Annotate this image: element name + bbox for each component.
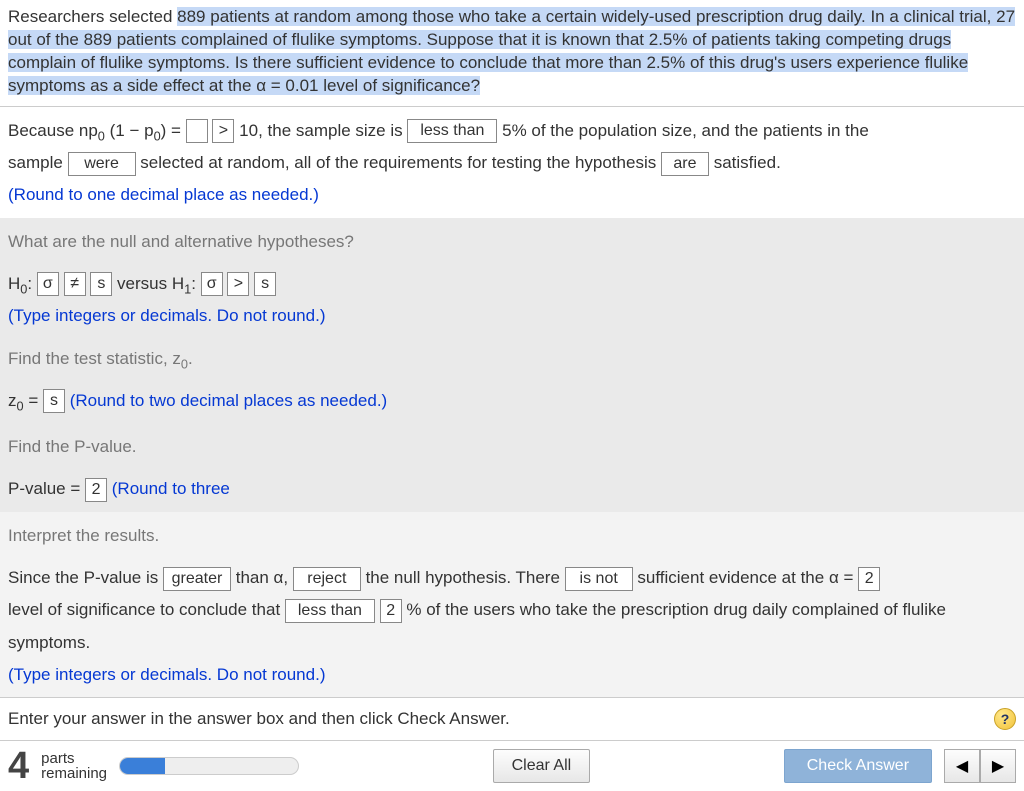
conclusion-select[interactable]: less than (285, 599, 375, 623)
reject-select[interactable]: reject (293, 567, 361, 591)
hypotheses-title: What are the null and alternative hypoth… (8, 226, 1016, 258)
entry-text: Enter your answer in the answer box and … (8, 709, 510, 729)
parts-count: 4 (8, 749, 29, 783)
were-select[interactable]: were (68, 152, 136, 176)
h1-op-select[interactable]: > (227, 272, 249, 296)
h0-value-input[interactable]: s (90, 272, 112, 296)
parts-label: parts remaining (41, 751, 107, 783)
round-note-1: (Round to one decimal place as needed.) (8, 185, 319, 204)
isnot-select[interactable]: is not (565, 567, 633, 591)
hyp-note: (Type integers or decimals. Do not round… (8, 300, 1016, 332)
h1-param-select[interactable]: σ (201, 272, 223, 296)
interpret-block: Interpret the results. Since the P-value… (0, 512, 1024, 697)
h0-param-select[interactable]: σ (37, 272, 59, 296)
percent-input[interactable]: 2 (380, 599, 402, 623)
pvalue-input[interactable]: 2 (85, 478, 107, 502)
hypotheses-block: What are the null and alternative hypoth… (0, 218, 1024, 335)
entry-row: Enter your answer in the answer box and … (0, 697, 1024, 740)
next-button[interactable]: ▶ (980, 749, 1016, 783)
check-answer-button[interactable]: Check Answer (784, 749, 932, 783)
z0-note: (Round to two decimal places as needed.) (70, 391, 388, 410)
sample-size-select[interactable]: less than (407, 119, 497, 143)
footer: 4 parts remaining Clear All Check Answer… (0, 740, 1024, 791)
h0-op-select[interactable]: ≠ (64, 272, 86, 296)
test-stat-block: Find the test statistic, z0. z0 = s (Rou… (0, 335, 1024, 424)
interp-note: (Type integers or decimals. Do not round… (8, 659, 1016, 691)
are-select[interactable]: are (661, 152, 709, 176)
compare-10-select[interactable]: > (212, 119, 234, 143)
pvalue-block: Find the P-value. P-value = 2 (Round to … (0, 423, 1024, 512)
requirements-line: Because np0 (1 − p0) = > 10, the sample … (0, 107, 1024, 218)
pvalue-note: (Round to three (112, 479, 230, 498)
question-text: Researchers selected 889 patients at ran… (0, 0, 1024, 107)
pvalue-compare-select[interactable]: greater (163, 567, 231, 591)
np-value-input[interactable] (186, 119, 208, 143)
h1-value-input[interactable]: s (254, 272, 276, 296)
prev-button[interactable]: ◀ (944, 749, 980, 783)
z0-input[interactable]: s (43, 389, 65, 413)
clear-all-button[interactable]: Clear All (493, 749, 591, 783)
alpha-input[interactable]: 2 (858, 567, 880, 591)
help-icon[interactable]: ? (994, 708, 1016, 730)
